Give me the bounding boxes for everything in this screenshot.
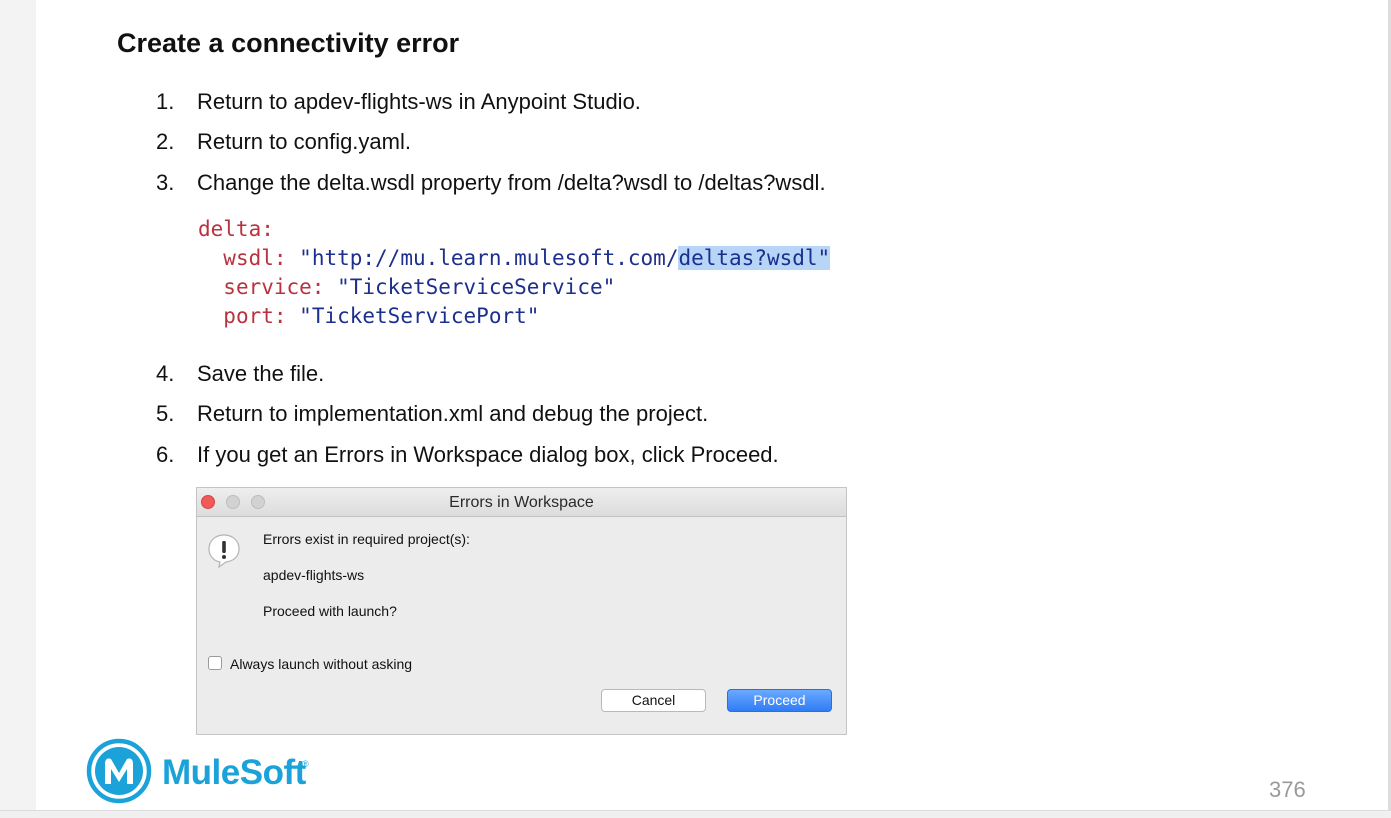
step-item: 3. Change the delta.wsdl property from /d…	[156, 170, 826, 196]
proceed-button[interactable]: Proceed	[727, 689, 832, 712]
code-line: service: "TicketServiceService"	[198, 273, 830, 302]
left-margin-strip	[0, 0, 36, 817]
code-key: delta:	[198, 217, 274, 241]
dialog-question: Proceed with launch?	[263, 603, 397, 619]
yaml-code-snippet: delta: wsdl: "http://mu.learn.mulesoft.c…	[198, 215, 831, 331]
code-key: service:	[223, 275, 325, 299]
page-title: Create a connectivity error	[117, 28, 460, 58]
dialog-message-line: Errors exist in required project(s):	[263, 531, 470, 547]
dialog-title: Errors in Workspace	[449, 494, 594, 511]
step-number: 4.	[156, 361, 175, 386]
mulesoft-logo-icon	[86, 738, 152, 804]
step-text: If you get an Errors in Workspace dialog…	[197, 442, 779, 467]
code-line: port: "TicketServicePort"	[198, 302, 830, 331]
always-launch-checkbox[interactable]	[208, 656, 222, 670]
step-number: 5.	[156, 401, 175, 426]
step-number: 2.	[156, 129, 175, 154]
always-launch-label[interactable]: Always launch without asking	[230, 656, 412, 672]
code-key: port:	[223, 304, 287, 328]
step-item: 1. Return to apdev-flights-ws in Anypoint…	[156, 89, 641, 115]
cancel-button[interactable]: Cancel	[601, 689, 706, 712]
step-item: 5. Return to implementation.xml and debug…	[156, 401, 708, 427]
step-text: Return to implementation.xml and debug t…	[197, 401, 709, 426]
code-string: "TicketServicePort"	[299, 304, 540, 328]
step-text: Save the file.	[197, 361, 325, 386]
logo-trademark: ®	[302, 759, 309, 769]
step-item: 2. Return to config.yaml.	[156, 129, 411, 155]
logo-wordmark: MuleSoft	[162, 753, 306, 792]
step-item: 4. Save the file.	[156, 361, 324, 387]
step-number: 6.	[156, 442, 175, 467]
step-text: Return to apdev-flights-ws in Anypoint S…	[197, 89, 641, 114]
step-number: 3.	[156, 170, 175, 195]
step-text: Change the delta.wsdl property from /del…	[197, 170, 826, 195]
code-highlight: deltas?wsdl"	[678, 246, 831, 270]
code-line: delta:	[198, 215, 830, 244]
dialog-titlebar: Errors in Workspace	[197, 488, 846, 517]
step-number: 1.	[156, 89, 175, 114]
code-string: "TicketServiceService"	[337, 275, 616, 299]
step-text: Return to config.yaml.	[197, 129, 411, 154]
dialog-project-name: apdev-flights-ws	[263, 567, 365, 583]
mulesoft-logo: MuleSoft ®	[85, 737, 315, 807]
warning-icon	[208, 534, 240, 568]
code-line: wsdl: "http://mu.learn.mulesoft.com/delt…	[198, 244, 831, 273]
code-key: wsdl:	[223, 246, 287, 270]
code-string: "http://mu.learn.mulesoft.com/	[299, 246, 679, 270]
step-item: 6. If you get an Errors in Workspace dial…	[156, 442, 779, 468]
errors-in-workspace-dialog: Errors in Workspace Errors exist in requ…	[196, 487, 847, 735]
page-number: 376	[1269, 777, 1306, 802]
